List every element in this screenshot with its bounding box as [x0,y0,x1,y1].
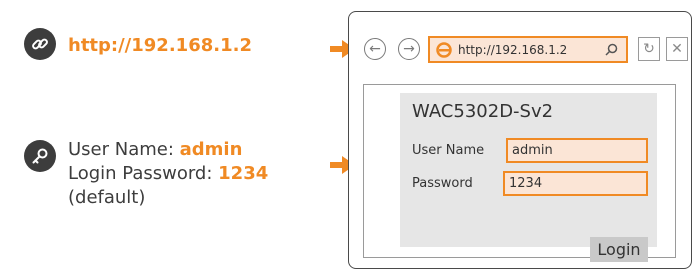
forward-button[interactable]: → [398,38,420,60]
password-note: (default) [68,187,146,208]
browser-logo-icon [436,41,452,58]
address-url: http://192.168.1.2 [458,42,568,57]
password-field[interactable]: 1234 [503,171,648,196]
login-button[interactable]: Login [590,237,648,262]
close-icon: ✕ [671,41,683,57]
device-title: WAC5302D-Sv2 [412,101,554,122]
user-name-caption: User Name: [68,139,180,160]
credentials-info: User Name: admin Login Password: 1234 (d… [68,138,268,210]
back-arrow-icon: ← [369,41,381,57]
address-bar[interactable]: http://192.168.1.2 [428,36,628,63]
forward-arrow-icon: → [403,41,415,57]
key-icon [24,140,56,172]
password-label: Password [412,176,473,191]
refresh-icon: ↻ [643,41,655,57]
search-icon[interactable] [605,43,618,56]
link-icon [24,28,56,60]
password-default: 1234 [218,163,269,184]
close-button[interactable]: ✕ [666,37,688,61]
password-caption: Login Password: [68,163,219,184]
router-url: http://192.168.1.2 [68,35,252,56]
user-name-default: admin [179,139,243,160]
back-button[interactable]: ← [364,38,386,60]
user-name-field[interactable]: admin [506,138,648,163]
refresh-button[interactable]: ↻ [638,37,660,61]
user-name-label: User Name [412,143,485,158]
